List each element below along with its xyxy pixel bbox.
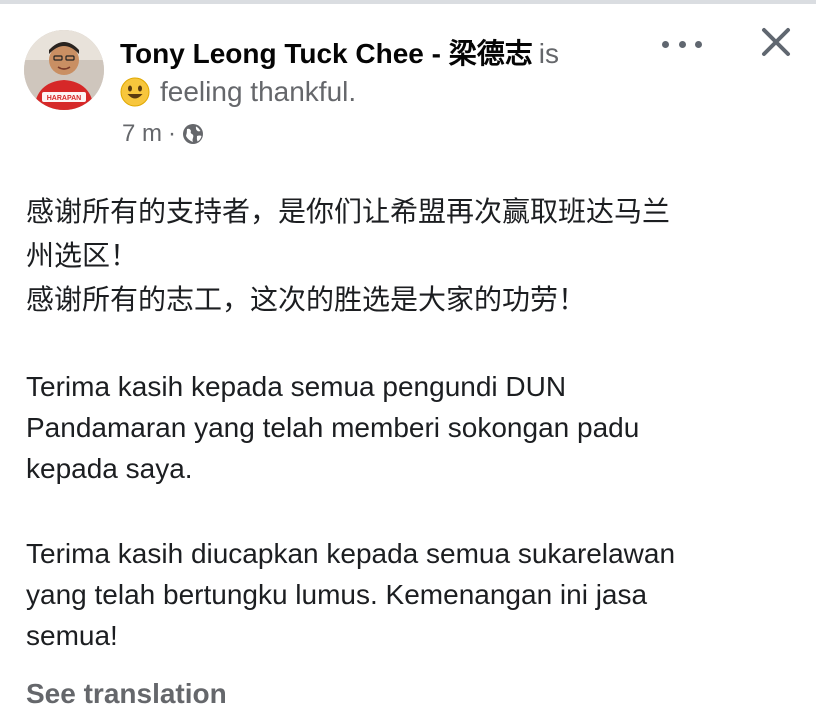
body-zh-line-1: 感谢所有的支持者，是你们让希盟再次赢取班达马兰: [26, 196, 671, 227]
more-dot: [662, 40, 669, 48]
meta-separator: ·: [168, 120, 177, 147]
post-header: Tony Leong Tuck Chee - 梁德志 is feeling tha…: [120, 34, 650, 110]
author-name[interactable]: Tony Leong Tuck Chee - 梁德志: [120, 38, 533, 69]
facebook-post: HARAPAN Tony Leong Tuck Chee - 梁德志 is fee…: [0, 0, 816, 709]
globe-icon[interactable]: [182, 123, 204, 145]
body-ms-para1-line-1: Terima kasih kepada semua pengundi DUN: [26, 371, 567, 402]
avatar-photo: HARAPAN: [24, 30, 104, 110]
more-dot: [695, 40, 702, 48]
more-dot: [678, 40, 686, 48]
body-ms-para2-line-2: yang telah bertungku lumus. Kemenangan i…: [26, 579, 648, 610]
body-ms-para1-line-2: Pandamaran yang telah memberi sokongan p…: [26, 412, 640, 443]
body-zh-line-3: 感谢所有的志工，这次的胜选是大家的功劳！: [26, 284, 587, 315]
close-icon[interactable]: [758, 24, 794, 60]
body-ms-para2-line-3: semua!: [26, 620, 118, 651]
see-translation-link[interactable]: See translation: [26, 676, 227, 712]
author-line: Tony Leong Tuck Chee - 梁德志 is: [120, 34, 650, 74]
more-options-icon[interactable]: [662, 30, 702, 58]
body-ms-para1-line-3: kepada saya.: [26, 453, 193, 484]
is-text: is: [538, 38, 559, 69]
feeling-activity: feeling thankful.: [120, 74, 650, 110]
body-ms-para2-line-1: Terima kasih diucapkan kepada semua suka…: [26, 538, 676, 569]
author-avatar[interactable]: HARAPAN: [24, 30, 104, 110]
smiling-face-icon: [120, 77, 150, 107]
post-meta: 7 m ·: [122, 120, 204, 148]
post-body: 感谢所有的支持者，是你们让希盟再次赢取班达马兰 州选区！ 感谢所有的志工，这次的…: [26, 190, 796, 656]
avatar-badge-text: HARAPAN: [47, 95, 81, 102]
feeling-text: feeling thankful.: [160, 76, 357, 107]
body-zh-line-2: 州选区！: [26, 240, 139, 271]
post-timestamp[interactable]: 7 m: [122, 120, 162, 148]
